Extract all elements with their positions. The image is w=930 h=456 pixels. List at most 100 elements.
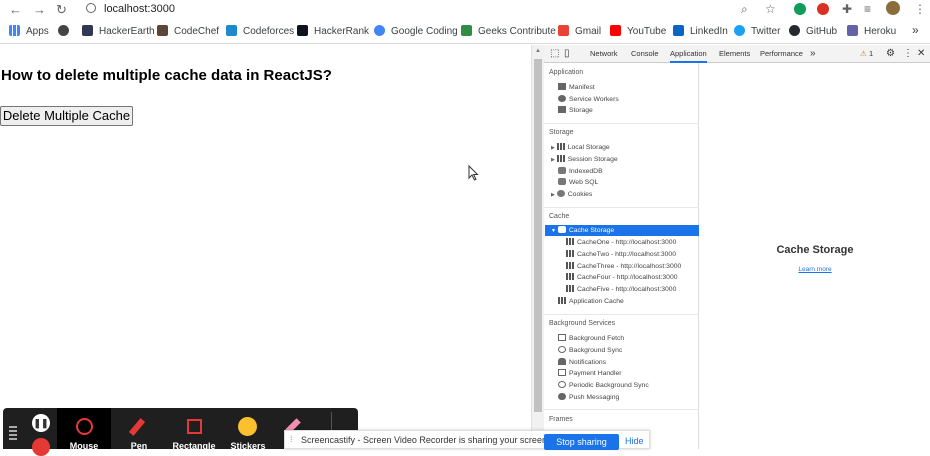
twitter-icon bbox=[734, 25, 745, 36]
scroll-up-arrow-icon[interactable]: ▲ bbox=[535, 48, 541, 54]
tab-network[interactable]: Network bbox=[590, 45, 618, 63]
heroku-icon bbox=[847, 25, 858, 36]
clock-icon bbox=[558, 381, 566, 388]
reading-list-icon[interactable]: ≡ bbox=[864, 2, 871, 16]
codeforces-icon bbox=[226, 25, 237, 36]
expand-triangle-icon[interactable]: ▶ bbox=[551, 157, 555, 163]
sidebar-item-notifications[interactable]: Notifications bbox=[558, 357, 606, 368]
bookmark-youtube[interactable]: YouTube bbox=[610, 25, 666, 39]
cache-entry[interactable]: CacheOne - http://localhost:3000 bbox=[566, 237, 676, 248]
bookmark-codechef[interactable]: CodeChef bbox=[157, 25, 219, 39]
zoom-icon[interactable]: ⌕ bbox=[741, 2, 748, 17]
more-tabs[interactable]: » bbox=[810, 45, 816, 63]
tool-rectangle[interactable]: Rectangle bbox=[167, 408, 221, 451]
tab-performance[interactable]: Performance bbox=[760, 45, 803, 63]
bookmark-hackerearth[interactable]: HackerEarth bbox=[82, 25, 155, 39]
gmail-icon bbox=[558, 25, 569, 36]
settings-gear-icon[interactable]: ⚙ bbox=[886, 45, 895, 63]
stop-sharing-button[interactable]: Stop sharing bbox=[544, 434, 619, 450]
expand-triangle-icon[interactable]: ▶ bbox=[551, 145, 555, 151]
expand-triangle-icon[interactable]: ▶ bbox=[551, 192, 555, 198]
back-icon[interactable]: ← bbox=[9, 2, 22, 17]
sidebar-item-web-sql[interactable]: Web SQL bbox=[558, 177, 598, 188]
drag-handle-icon[interactable]: ⁞ bbox=[290, 434, 293, 444]
address-bar[interactable]: localhost:3000 bbox=[78, 1, 788, 18]
sidebar-item-indexeddb[interactable]: IndexedDB bbox=[558, 166, 603, 177]
sidebar-item-manifest[interactable]: Manifest bbox=[558, 82, 595, 93]
bookmark-twitter[interactable]: Twitter bbox=[734, 25, 780, 39]
hide-button[interactable]: Hide bbox=[625, 436, 644, 446]
sidebar-item-local-storage[interactable]: ▶ Local Storage bbox=[551, 142, 610, 153]
close-devtools-icon[interactable]: ✕ bbox=[917, 45, 925, 63]
pause-icon[interactable]: ❚❚ bbox=[32, 414, 50, 432]
tab-elements[interactable]: Elements bbox=[719, 45, 750, 63]
profile-avatar[interactable] bbox=[886, 1, 900, 15]
sidebar-item-background-sync[interactable]: Background Sync bbox=[558, 345, 622, 356]
sync-icon bbox=[558, 346, 566, 353]
grammarly-extension-icon[interactable] bbox=[794, 3, 806, 15]
forward-icon[interactable]: → bbox=[33, 2, 46, 17]
tool-pen[interactable]: Pen bbox=[112, 408, 166, 451]
drag-handle-icon[interactable] bbox=[9, 426, 17, 440]
grid-icon bbox=[566, 285, 574, 292]
cache-entry[interactable]: CacheFive - http://localhost:3000 bbox=[566, 284, 676, 295]
bookmark-gmail[interactable]: Gmail bbox=[558, 25, 601, 39]
warning-icon[interactable]: ⚠ bbox=[860, 45, 867, 63]
divider bbox=[544, 314, 699, 315]
bookmark-linkedin[interactable]: LinkedIn bbox=[673, 25, 728, 39]
cloud-icon bbox=[558, 393, 566, 400]
learn-more-link[interactable]: Learn more bbox=[700, 266, 930, 273]
cache-entry[interactable]: CacheThree - http://localhost:3000 bbox=[566, 261, 681, 272]
tab-console[interactable]: Console bbox=[631, 45, 659, 63]
extensions-puzzle-icon[interactable]: ✚ bbox=[842, 2, 852, 16]
page-viewport: How to delete multiple cache data in Rea… bbox=[0, 45, 531, 449]
inspect-element-icon[interactable]: ⬚ bbox=[550, 45, 559, 63]
section-application-header: Application bbox=[549, 69, 584, 76]
tool-mouse[interactable]: Mouse bbox=[57, 408, 111, 451]
reload-icon[interactable]: ↻ bbox=[56, 2, 67, 18]
kebab-menu-icon[interactable]: ⋮ bbox=[914, 2, 926, 16]
linkedin-icon bbox=[673, 25, 684, 36]
application-sidebar: Application Manifest Service Workers Sto… bbox=[544, 63, 699, 449]
manifest-file-icon bbox=[558, 83, 566, 90]
mouse-spotlight-icon bbox=[76, 418, 93, 435]
bookmark-hackerrank[interactable]: HackerRank bbox=[297, 25, 369, 39]
grid-icon bbox=[566, 262, 574, 269]
collapse-triangle-icon[interactable]: ▼ bbox=[551, 228, 556, 234]
bookmark-heroku[interactable]: Heroku bbox=[847, 25, 896, 39]
device-toolbar-icon[interactable]: ▯ bbox=[564, 45, 570, 63]
bookmark-github[interactable]: GitHub bbox=[789, 25, 837, 39]
sidebar-item-background-fetch[interactable]: Background Fetch bbox=[558, 333, 624, 344]
site-info-icon[interactable] bbox=[86, 3, 96, 13]
sidebar-item-application-cache[interactable]: Application Cache bbox=[558, 296, 624, 307]
bookmark-codeforces[interactable]: Codeforces bbox=[226, 25, 294, 39]
bookmark-apps[interactable]: Apps bbox=[9, 25, 49, 39]
bookmark-star-icon[interactable]: ☆ bbox=[765, 2, 776, 16]
gear-icon bbox=[558, 95, 566, 102]
mouse-cursor-icon bbox=[468, 165, 479, 181]
sidebar-item-session-storage[interactable]: ▶ Session Storage bbox=[551, 154, 618, 165]
page-scrollbar[interactable]: ▲ bbox=[531, 45, 544, 449]
youtube-icon bbox=[610, 25, 621, 36]
scrollbar-thumb[interactable] bbox=[534, 59, 542, 412]
delete-multiple-cache-button[interactable]: Delete Multiple Cache bbox=[0, 106, 133, 126]
bookmark-google-coding[interactable]: Google Coding bbox=[374, 25, 458, 39]
devtools-menu-icon[interactable]: ⋮ bbox=[903, 45, 913, 63]
bookmark-geeks-contribute[interactable]: Geeks Contribute bbox=[461, 25, 556, 39]
sidebar-item-cookies[interactable]: ▶ Cookies bbox=[551, 189, 592, 200]
recorder-extension-icon[interactable] bbox=[817, 3, 829, 15]
sidebar-item-cache-storage[interactable]: ▼ Cache Storage bbox=[551, 225, 614, 236]
stop-record-icon[interactable] bbox=[32, 438, 50, 456]
cache-entry[interactable]: CacheTwo - http://localhost:3000 bbox=[566, 249, 676, 260]
sidebar-item-service-workers[interactable]: Service Workers bbox=[558, 94, 619, 105]
sidebar-item-push-messaging[interactable]: Push Messaging bbox=[558, 392, 619, 403]
bookmarks-overflow[interactable]: » bbox=[912, 23, 919, 37]
database-icon bbox=[558, 178, 566, 185]
tab-application[interactable]: Application bbox=[670, 45, 707, 63]
tool-stickers[interactable]: Stickers bbox=[221, 408, 275, 451]
sidebar-item-periodic-background-sync[interactable]: Periodic Background Sync bbox=[558, 380, 649, 391]
sidebar-item-payment-handler[interactable]: Payment Handler bbox=[558, 368, 622, 379]
cache-entry[interactable]: CacheFour - http://localhost:3000 bbox=[566, 272, 678, 283]
sidebar-item-storage[interactable]: Storage bbox=[558, 105, 593, 116]
bookmark-globe[interactable] bbox=[58, 25, 75, 39]
